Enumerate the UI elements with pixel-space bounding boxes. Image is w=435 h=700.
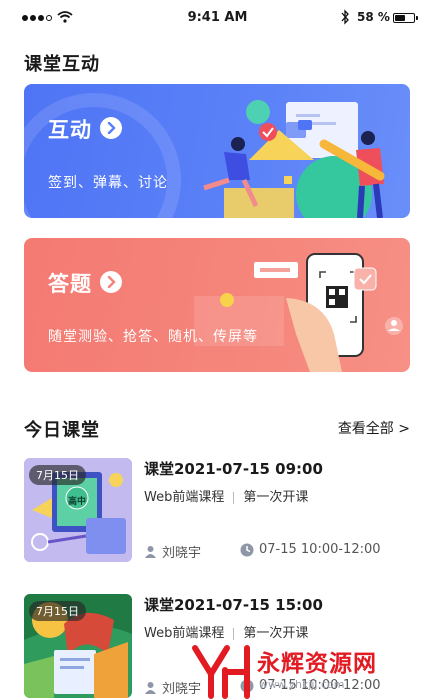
quiz-card-subtitle: 随堂测验、抢答、随机、传屏等 (48, 329, 258, 345)
status-bar: 9:41 AM 58 % (0, 0, 435, 36)
user-icon (145, 682, 156, 694)
interaction-section-title: 课堂互动 (24, 54, 100, 75)
lesson-thumbnail-badge: 高中 (68, 497, 87, 507)
lesson-date-tag: 7月15日 (29, 465, 86, 485)
battery-icon (393, 13, 418, 23)
watermark-url: www.yhkjjj.com (259, 678, 345, 691)
lesson-course: Web前端课程 (144, 490, 225, 505)
quiz-card-title: 答题 (48, 272, 92, 296)
lesson-item[interactable]: 7月15日 高中 课堂2021-07-15 09:00 Web前端课程 第一次开课… (24, 458, 414, 568)
lesson-thumbnail: 7月15日 高中 (24, 458, 132, 562)
lesson-title: 课堂2021-07-15 09:00 (144, 460, 323, 478)
chevron-right-icon[interactable] (100, 117, 122, 139)
quiz-illustration (194, 253, 403, 372)
bluetooth-icon (341, 9, 349, 25)
today-section-title: 今日课堂 (24, 420, 100, 441)
lesson-session: 第一次开课 (243, 626, 309, 641)
lesson-teacher: 刘晓宇 (144, 542, 201, 561)
watermark: 永辉资源网 www.yhkjjj.com (185, 640, 435, 700)
lesson-meta: Web前端课程 第一次开课 (144, 486, 308, 505)
lesson-schedule: 07-15 10:00-12:00 (240, 542, 381, 557)
interaction-card[interactable]: 互动 签到、弹幕、讨论 (24, 84, 410, 218)
chevron-right-icon[interactable] (100, 271, 122, 293)
lesson-thumbnail: 7月15日 (24, 594, 132, 698)
clock-icon (240, 543, 254, 556)
lesson-title: 课堂2021-07-15 15:00 (144, 596, 323, 614)
interaction-illustration (24, 93, 385, 218)
interaction-card-subtitle: 签到、弹幕、讨论 (48, 175, 168, 191)
lesson-meta: Web前端课程 第一次开课 (144, 622, 308, 641)
see-all-link[interactable]: 查看全部 > (338, 418, 410, 438)
lesson-course: Web前端课程 (144, 626, 225, 641)
watermark-logo (192, 645, 250, 699)
watermark-brand: 永辉资源网 (257, 651, 377, 677)
battery-percent: 58 % (357, 10, 390, 24)
user-icon (145, 546, 156, 558)
lesson-date-tag: 7月15日 (29, 601, 86, 621)
quiz-card[interactable]: 答题 随堂测验、抢答、随机、传屏等 (24, 238, 410, 372)
lesson-session: 第一次开课 (243, 490, 309, 505)
interaction-card-title: 互动 (48, 118, 92, 142)
